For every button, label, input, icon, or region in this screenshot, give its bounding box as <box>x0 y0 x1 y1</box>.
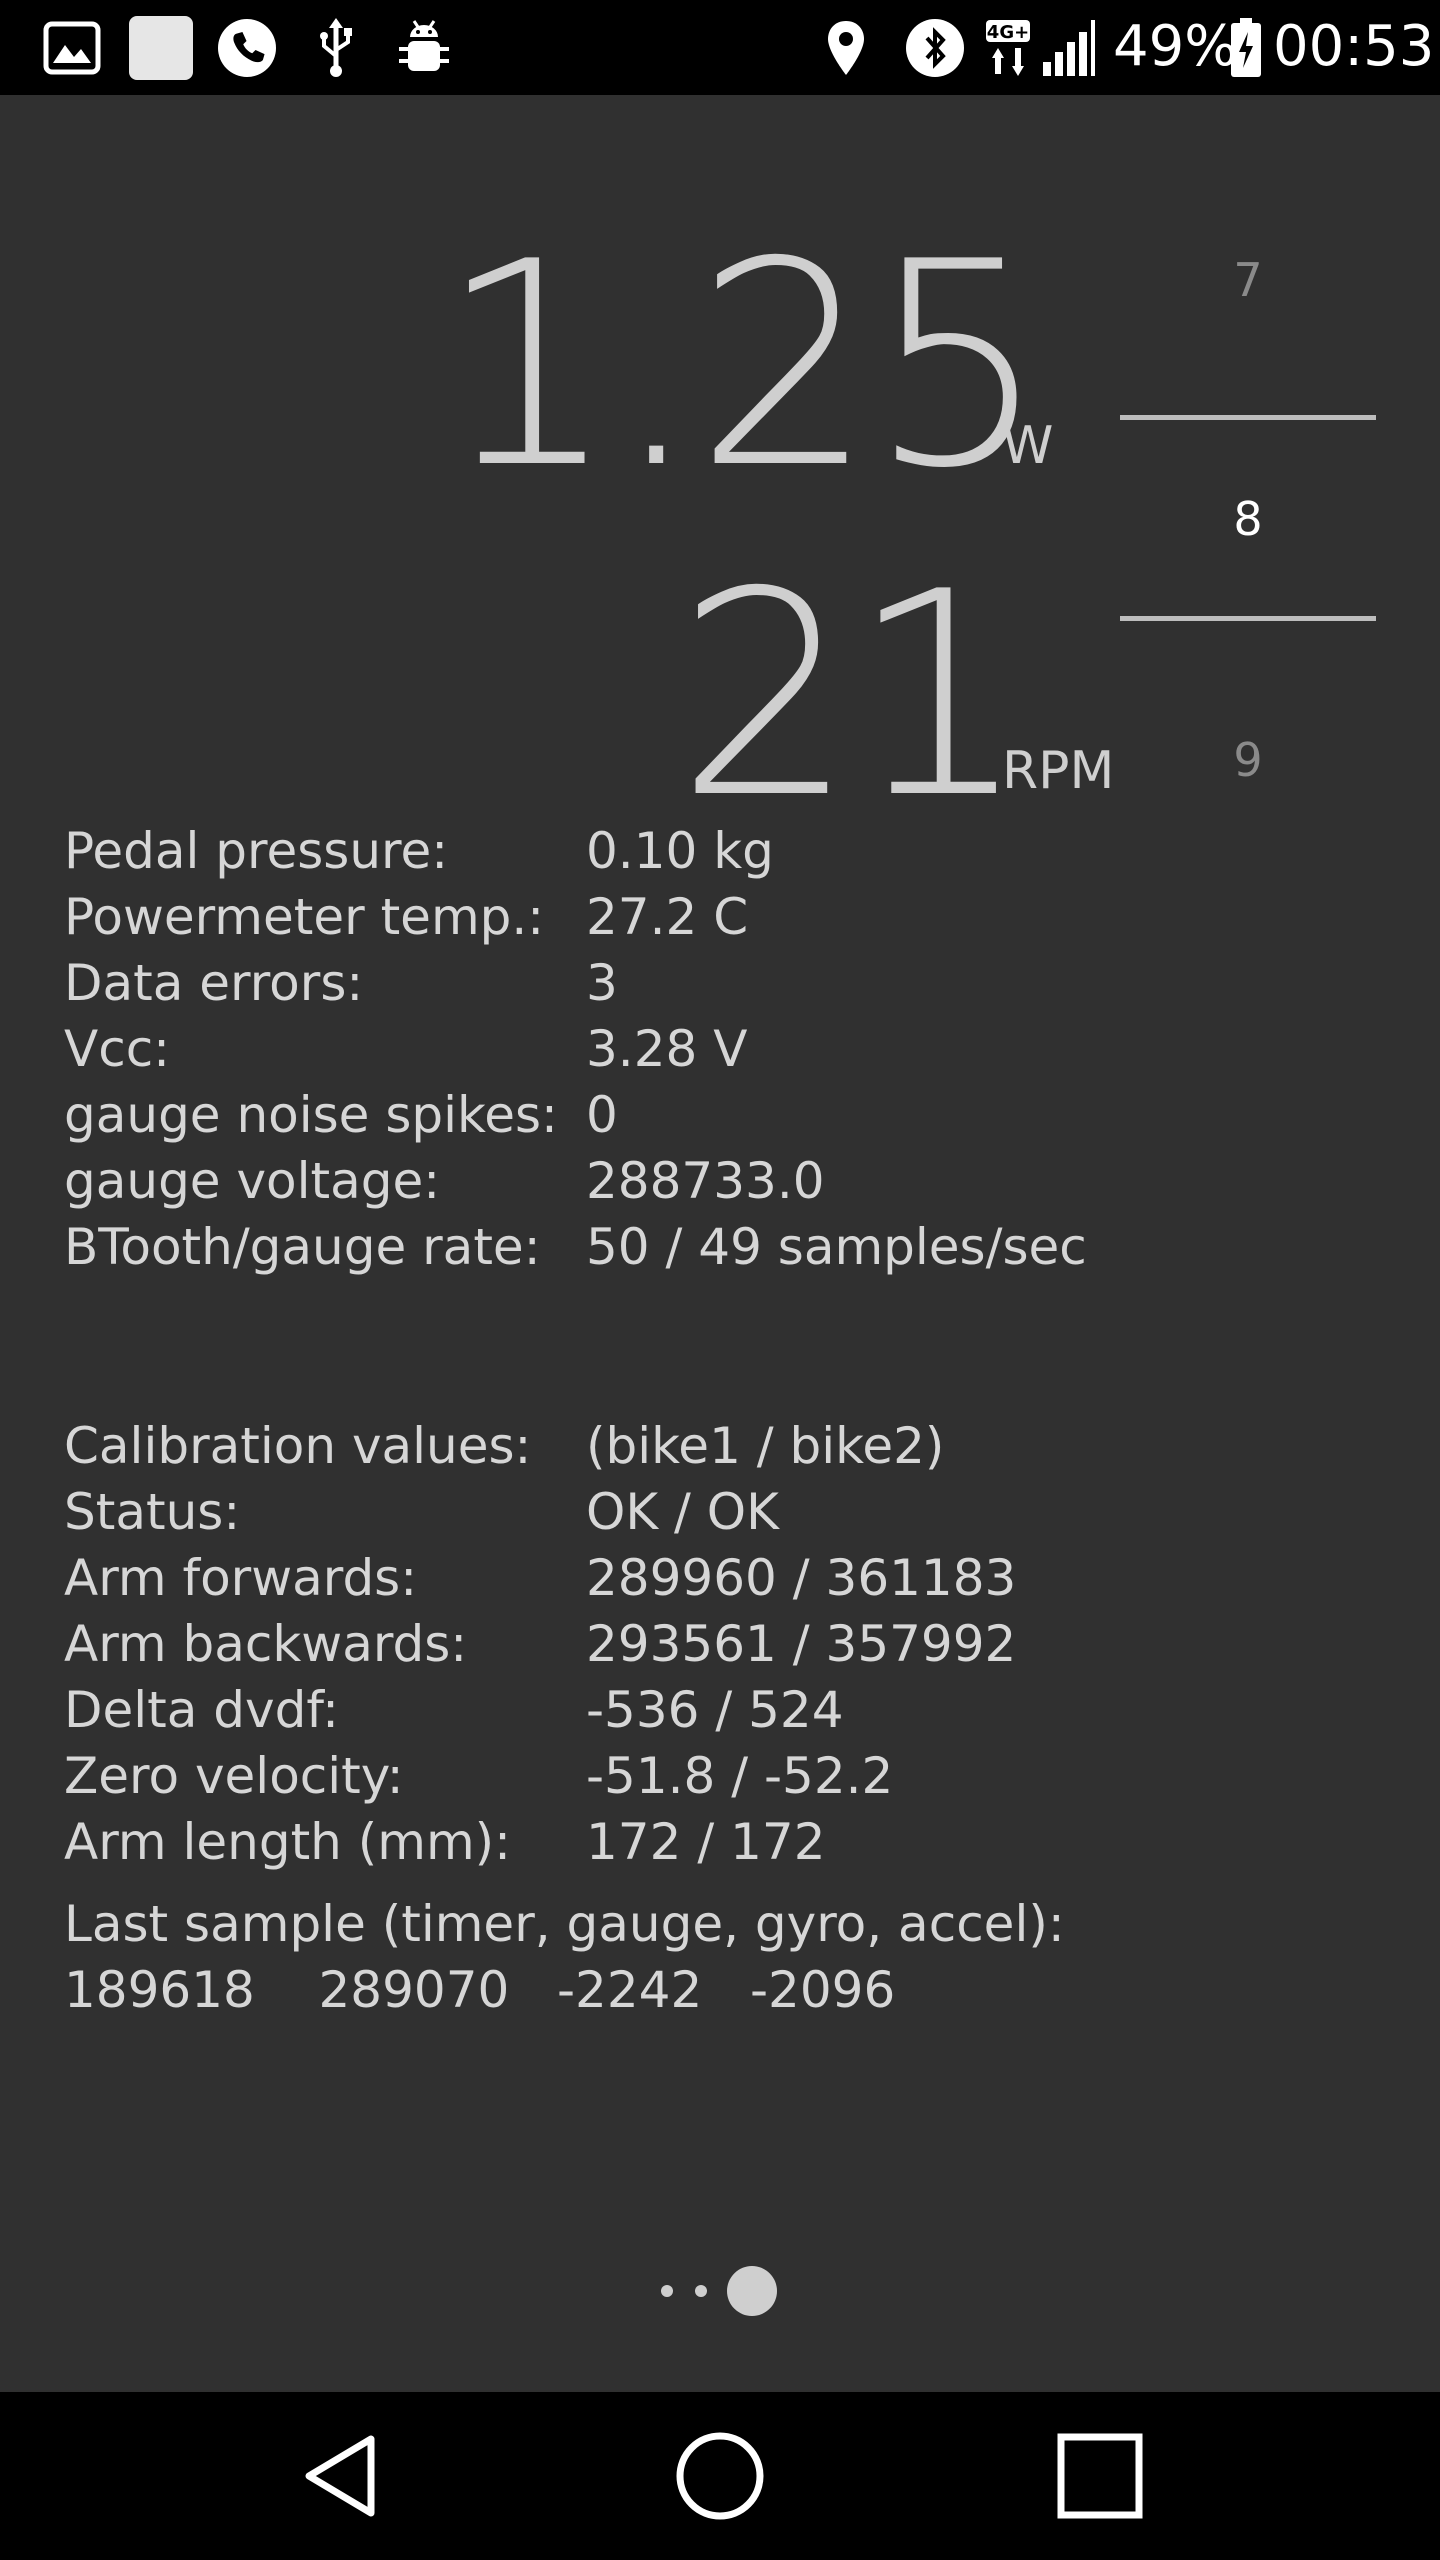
battery-percent: 49% <box>1113 14 1238 79</box>
battery-icon <box>1228 18 1264 77</box>
navigation-bar <box>0 2392 1440 2560</box>
network-4g-icon: 4G+ <box>984 20 1032 76</box>
picker-next-value[interactable]: 9 <box>1118 737 1378 783</box>
calibration-label: Arm forwards: <box>64 1549 418 1607</box>
stat-label: Vcc: <box>64 1020 171 1078</box>
cadence-value: 21 <box>676 531 1029 860</box>
screen: 4G+ 49% 00:53 1.25 W 21 RPM 7 8 9 Pedal … <box>0 0 1440 2560</box>
calibration-value: OK / OK <box>586 1483 779 1541</box>
recents-icon <box>1057 2433 1143 2519</box>
location-icon <box>822 20 870 76</box>
stat-value: 3 <box>586 954 618 1012</box>
calibration-label: Arm length (mm): <box>64 1813 512 1871</box>
stat-value: 27.2 C <box>586 888 749 946</box>
svg-text:4G+: 4G+ <box>987 22 1029 43</box>
stat-value: 3.28 V <box>586 1020 748 1078</box>
power-value: 1.25 <box>438 201 1048 530</box>
clock: 00:53 <box>1273 14 1435 79</box>
home-button[interactable] <box>670 2426 770 2526</box>
status-bar: 4G+ 49% 00:53 <box>0 0 1440 95</box>
calibration-label: Calibration values: <box>64 1417 532 1475</box>
signal-icon <box>1040 20 1096 76</box>
last-sample-heading: Last sample (timer, gauge, gyro, accel): <box>64 1895 1065 1953</box>
stat-label: BTooth/gauge rate: <box>64 1218 541 1276</box>
calibration-value: 293561 / 357992 <box>586 1615 1017 1673</box>
back-button[interactable] <box>290 2426 390 2526</box>
power-unit: W <box>1002 416 1054 476</box>
calibration-label: Delta dvdf: <box>64 1681 340 1739</box>
cadence-unit: RPM <box>1002 741 1115 801</box>
picker-prev-value[interactable]: 7 <box>1118 257 1378 303</box>
home-icon <box>676 2432 764 2520</box>
picker-divider-bottom <box>1120 616 1376 621</box>
stat-label: Pedal pressure: <box>64 822 449 880</box>
calibration-value: (bike1 / bike2) <box>586 1417 945 1475</box>
bluetooth-icon <box>904 19 966 77</box>
calibration-value: 172 / 172 <box>586 1813 826 1871</box>
last-sample-values: 189618 289070 -2242 -2096 <box>64 1961 896 2019</box>
recents-button[interactable] <box>1050 2426 1150 2526</box>
stat-value: 288733.0 <box>586 1152 825 1210</box>
stat-value: 50 / 49 samples/sec <box>586 1218 1087 1276</box>
stat-label: gauge voltage: <box>64 1152 441 1210</box>
stat-value: 0.10 kg <box>586 822 774 880</box>
powermeter-view[interactable]: 1.25 W 21 RPM 7 8 9 Pedal pressure: 0.10 … <box>0 95 1440 2392</box>
blank-app-icon <box>128 16 194 80</box>
usb-icon <box>306 18 366 77</box>
back-icon <box>305 2435 375 2517</box>
calibration-label: Status: <box>64 1483 241 1541</box>
calibration-value: 289960 / 361183 <box>586 1549 1017 1607</box>
phone-icon <box>215 19 279 77</box>
page-dot[interactable] <box>661 2285 673 2297</box>
calibration-value: -51.8 / -52.2 <box>586 1747 894 1805</box>
page-dot[interactable] <box>695 2285 707 2297</box>
picker-current-value[interactable]: 8 <box>1118 496 1378 542</box>
picker-divider-top <box>1120 415 1376 420</box>
stat-label: Powermeter temp.: <box>64 888 545 946</box>
gallery-icon <box>40 20 104 76</box>
calibration-label: Arm backwards: <box>64 1615 468 1673</box>
calibration-label: Zero velocity: <box>64 1747 404 1805</box>
android-debug-icon <box>392 20 456 76</box>
page-dot-active[interactable] <box>727 2266 777 2316</box>
stat-label: Data errors: <box>64 954 364 1012</box>
calibration-value: -536 / 524 <box>586 1681 844 1739</box>
stat-label: gauge noise spikes: <box>64 1086 558 1144</box>
stat-value: 0 <box>586 1086 618 1144</box>
